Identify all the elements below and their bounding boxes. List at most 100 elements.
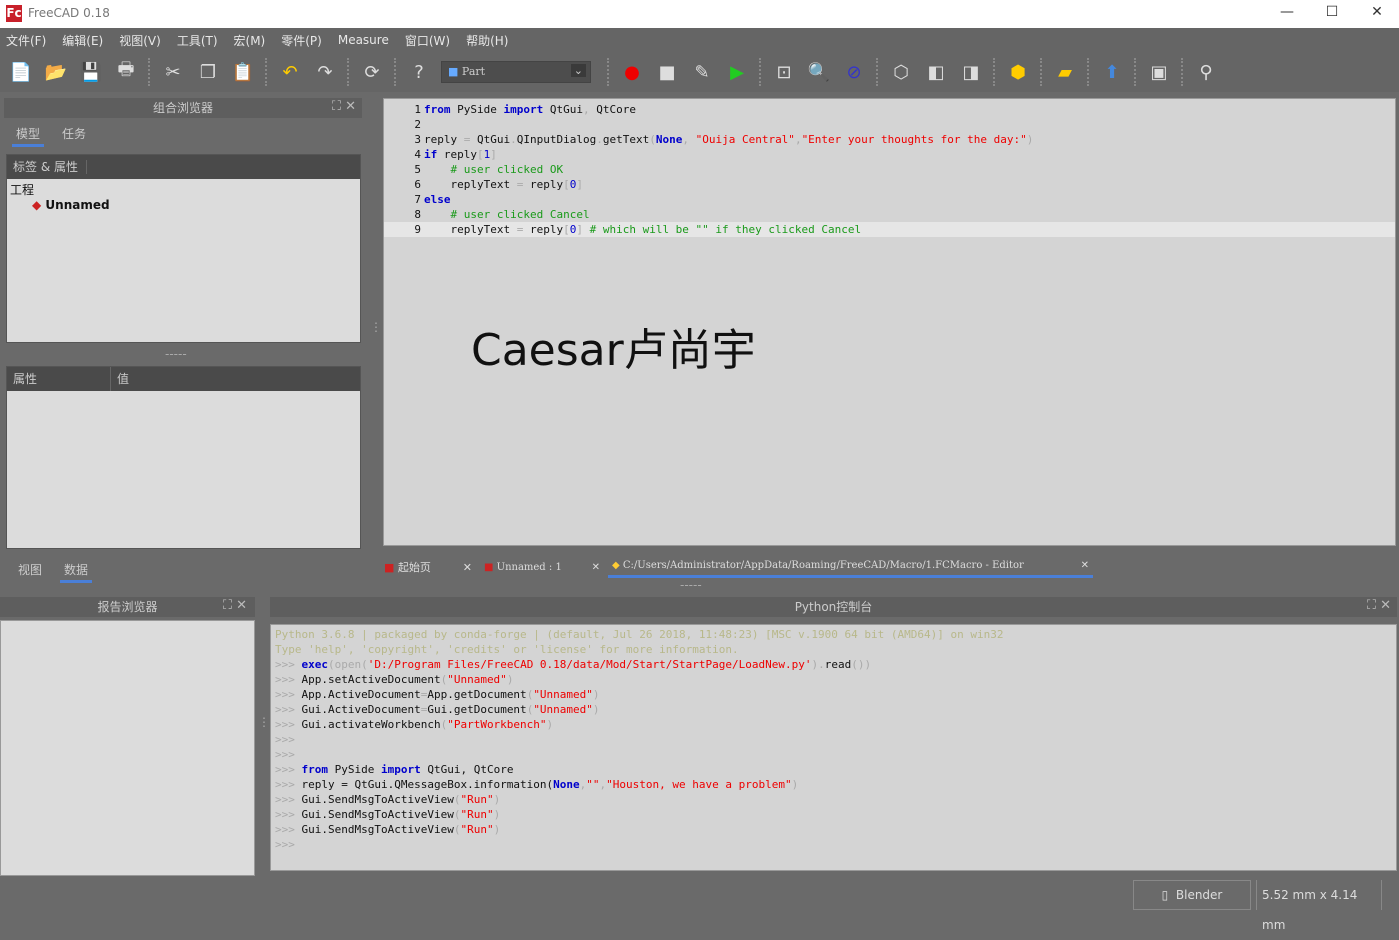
stop-macro-icon[interactable]: ■	[654, 59, 680, 85]
tree-header-label: 标签 & 属性	[13, 160, 87, 174]
code-line: >>> App.setActiveDocument("Unnamed")	[275, 672, 1392, 687]
maximize-button[interactable]: ☐	[1317, 4, 1347, 20]
menu-item[interactable]: 视图(V)	[119, 32, 161, 49]
close-tab-icon[interactable]: ✕	[463, 561, 472, 574]
dimension-readout: 5.52 mm x 4.14 mm	[1256, 880, 1382, 932]
isometric-icon[interactable]: ⬡	[888, 59, 914, 85]
tab-view[interactable]: 视图	[18, 561, 42, 578]
tree-view: 标签 & 属性 工程 ◆ Unnamed	[6, 154, 361, 343]
code-token: Gui.SendMsgToActiveView	[301, 808, 454, 821]
tree-item-document[interactable]: ◆ Unnamed	[10, 198, 357, 212]
close-button[interactable]: ✕	[1362, 4, 1392, 20]
undo-icon[interactable]: ↶	[277, 59, 303, 85]
window-title: FreeCAD 0.18	[28, 6, 110, 20]
code-token: )	[493, 808, 501, 821]
menu-item[interactable]: 宏(M)	[234, 32, 266, 49]
edit-macro-icon[interactable]: ✎	[689, 59, 715, 85]
menu-item[interactable]: 文件(F)	[6, 32, 46, 49]
save-icon[interactable]: 💾	[78, 59, 104, 85]
combo-view-title: 组合浏览器	[4, 98, 362, 118]
fit-all-icon[interactable]: ⊡	[771, 59, 797, 85]
code-token: )	[592, 703, 600, 716]
doc-tab-unnamed[interactable]: ■ Unnamed : 1 ✕	[480, 562, 608, 573]
close-panel-icon[interactable]: ⛶ ✕	[1367, 598, 1391, 613]
code-line: 7 else	[384, 192, 1395, 207]
tree-root[interactable]: 工程	[10, 181, 357, 198]
cut-icon[interactable]: ✂	[160, 59, 186, 85]
navigation-style-button[interactable]: ▯ Blender	[1133, 880, 1251, 910]
close-panel-icon[interactable]: ⛶ ✕	[332, 99, 356, 114]
code-token: >>>	[275, 778, 302, 791]
code-token: )	[546, 718, 554, 731]
copy-icon[interactable]: ❐	[195, 59, 221, 85]
combo-view-header: 组合浏览器 ⛶ ✕	[4, 98, 362, 118]
code-token: )	[493, 823, 501, 836]
doc-tab-macro-editor[interactable]: ◆ C:/Users/Administrator/AppData/Roaming…	[608, 556, 1093, 578]
splitter-handle[interactable]: -----	[680, 578, 702, 592]
top-view-icon[interactable]: ◨	[958, 59, 984, 85]
macro-editor[interactable]: 1 from PySide import QtGui, QtCore 2 3 reply…	[383, 98, 1396, 546]
zoom-selection-icon[interactable]: 🔍	[806, 59, 832, 85]
code-line: >>> reply = QtGui.QMessageBox.informatio…	[275, 777, 1392, 792]
menu-item[interactable]: Measure	[338, 33, 389, 47]
code-line: >>> App.ActiveDocument=App.getDocument("…	[275, 687, 1392, 702]
code-token: Type 'help', 'copyright', 'credits' or '…	[275, 643, 739, 656]
doc-tab-start[interactable]: ■ 起始页 ✕	[380, 559, 480, 575]
front-view-icon[interactable]: ◧	[923, 59, 949, 85]
code-token: "Enter your thoughts for the day:"	[801, 133, 1027, 146]
measure-icon[interactable]: ▣	[1146, 59, 1172, 85]
splitter-handle[interactable]: -----	[165, 347, 187, 361]
mouse-icon: ▯	[1161, 888, 1169, 902]
extrude-icon[interactable]: ⬆	[1099, 59, 1125, 85]
code-token: "PartWorkbench"	[447, 718, 547, 731]
line-number: 3	[414, 133, 421, 146]
code-line: >>> Gui.ActiveDocument=Gui.getDocument("…	[275, 702, 1392, 717]
whats-this-icon[interactable]: ?	[406, 59, 432, 85]
tab-model[interactable]: 模型	[12, 123, 45, 147]
refresh-icon[interactable]: ⟳	[359, 59, 385, 85]
box-icon[interactable]: ▰	[1052, 59, 1078, 85]
close-panel-icon[interactable]: ⛶ ✕	[223, 598, 247, 613]
draw-style-icon[interactable]: ⊘	[841, 59, 867, 85]
open-icon[interactable]: 📂	[43, 59, 69, 85]
menu-item[interactable]: 编辑(E)	[62, 32, 103, 49]
code-token: read	[824, 658, 852, 671]
close-tab-icon[interactable]: ✕	[1081, 560, 1089, 571]
watermark-text: Caesar卢尚宇	[471, 325, 756, 376]
minimize-button[interactable]: —	[1272, 4, 1302, 20]
line-number: 4	[414, 148, 421, 161]
print-icon[interactable]: 🖶	[113, 59, 139, 85]
code-line: >>> from PySide import QtGui, QtCore	[275, 762, 1392, 777]
close-tab-icon[interactable]: ✕	[592, 562, 600, 573]
document-icon: ◆	[32, 198, 42, 212]
code-token: Gui.ActiveDocument	[301, 703, 421, 716]
vertical-splitter[interactable]: ⋮	[258, 715, 270, 729]
tab-tasks[interactable]: 任务	[62, 125, 86, 142]
code-token: QtGui, QtCore	[420, 763, 514, 776]
code-token: >>>	[275, 793, 302, 806]
code-token: (	[649, 133, 656, 146]
code-token: ]	[490, 148, 497, 161]
vertical-splitter[interactable]: ⋮	[370, 320, 382, 334]
snap-icon[interactable]: ⚲	[1193, 59, 1219, 85]
document-tabs: ■ 起始页 ✕ ■ Unnamed : 1 ✕ ◆ C:/Users/Adminis…	[380, 553, 1396, 581]
code-token: App.getDocument	[427, 688, 527, 701]
toolbar-separator	[1134, 58, 1140, 86]
workbench-selector[interactable]: ■ Part ⌄	[441, 61, 591, 83]
code-line: 5 # user clicked OK	[384, 162, 1395, 177]
part-icon[interactable]: ⬢	[1005, 59, 1031, 85]
menu-item[interactable]: 帮助(H)	[466, 32, 508, 49]
redo-icon[interactable]: ↷	[312, 59, 338, 85]
title-bar: Fc FreeCAD 0.18 — ☐ ✕	[0, 0, 1399, 28]
menu-item[interactable]: 窗口(W)	[405, 32, 450, 49]
run-macro-icon[interactable]: ▶	[724, 59, 750, 85]
new-icon[interactable]: 📄	[8, 59, 34, 85]
code-line: >>> exec(open('D:/Program Files/FreeCAD …	[275, 657, 1392, 672]
menu-item[interactable]: 零件(P)	[281, 32, 322, 49]
code-token: PySide	[450, 103, 504, 116]
record-macro-icon[interactable]: ●	[619, 59, 645, 85]
menu-item[interactable]: 工具(T)	[177, 32, 218, 49]
tab-data[interactable]: 数据	[60, 559, 93, 583]
python-console[interactable]: Python 3.6.8 | packaged by conda-forge |…	[270, 624, 1397, 871]
paste-icon[interactable]: 📋	[230, 59, 256, 85]
